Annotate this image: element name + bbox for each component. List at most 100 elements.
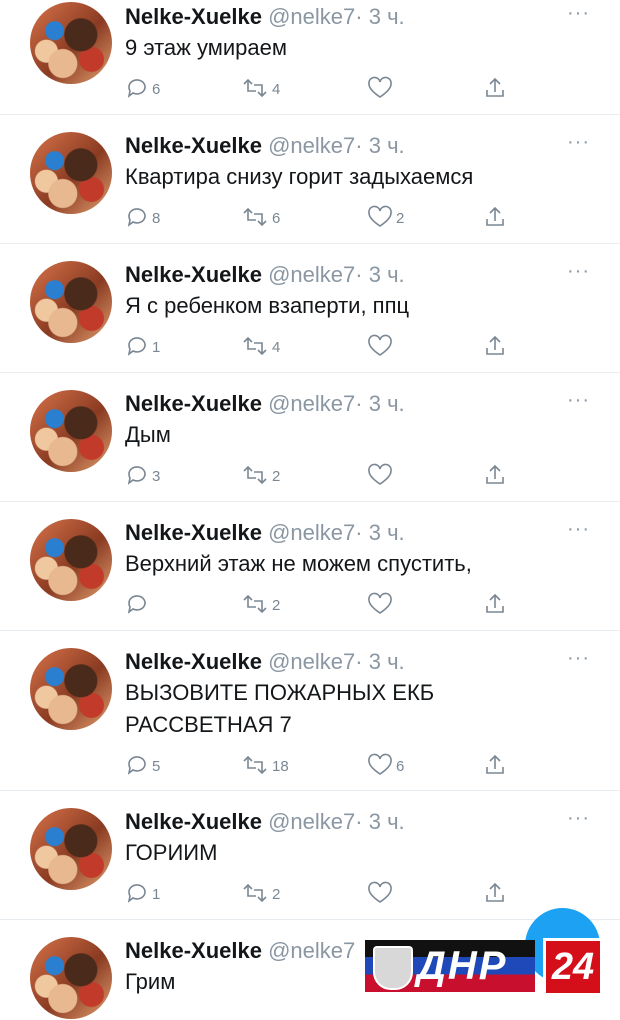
tweet-time[interactable]: 3 ч. xyxy=(369,4,405,29)
reply-button[interactable]: 3 xyxy=(125,461,160,489)
reply-button[interactable]: 1 xyxy=(125,879,160,907)
share-icon xyxy=(486,464,504,484)
like-button[interactable] xyxy=(367,74,396,102)
author-handle[interactable]: @nelke7 xyxy=(268,809,355,834)
like-button[interactable] xyxy=(367,461,396,489)
retweet-button[interactable]: 2 xyxy=(241,590,280,618)
reply-count: 6 xyxy=(152,80,161,98)
retweet-button[interactable]: 6 xyxy=(241,203,280,231)
more-options-icon[interactable]: ··· xyxy=(567,647,590,670)
tweet-time[interactable]: 3 ч. xyxy=(369,809,405,834)
retweet-count: 18 xyxy=(272,757,289,775)
heart-icon xyxy=(368,592,392,614)
more-options-icon[interactable]: ··· xyxy=(567,131,590,154)
tweet-time[interactable]: 3 ч. xyxy=(369,262,405,287)
more-options-icon[interactable]: ··· xyxy=(567,2,590,25)
author-name[interactable]: Nelke-Xuelke xyxy=(125,809,262,834)
tweet-header: Nelke-Xuelke @nelke7· 3 ч. xyxy=(125,4,405,30)
author-name[interactable]: Nelke-Xuelke xyxy=(125,938,262,963)
tweet-header: Nelke-Xuelke @nelke7· 3 ч. xyxy=(125,809,405,835)
author-name[interactable]: Nelke-Xuelke xyxy=(125,133,262,158)
author-handle[interactable]: @nelke7 xyxy=(268,262,355,287)
tweet-text: Я с ребенком взаперти, ппц xyxy=(125,293,410,318)
share-icon xyxy=(486,335,504,355)
author-handle[interactable]: @nelke7 xyxy=(268,133,355,158)
reply-icon xyxy=(127,337,146,356)
more-options-icon[interactable]: ··· xyxy=(567,518,590,541)
avatar[interactable] xyxy=(30,2,112,84)
reply-button[interactable]: 6 xyxy=(125,74,160,102)
heart-icon xyxy=(368,334,392,356)
tweet-time[interactable]: 3 ч. xyxy=(369,133,405,158)
share-button[interactable] xyxy=(483,332,507,360)
more-options-icon[interactable]: ··· xyxy=(567,807,590,830)
retweet-icon xyxy=(243,594,267,614)
author-handle[interactable]: @nelke7 xyxy=(268,649,355,674)
more-options-icon[interactable]: ··· xyxy=(567,260,590,283)
tweet-actions: 5 18 6 xyxy=(125,751,525,779)
reply-button[interactable]: 1 xyxy=(125,332,160,360)
reply-button[interactable]: 5 xyxy=(125,751,160,779)
tweet[interactable]: Nelke-Xuelke @nelke7· 3 ч. ··· Верхний э… xyxy=(0,502,620,631)
share-button[interactable] xyxy=(483,879,507,907)
like-button[interactable]: 6 xyxy=(367,751,404,779)
author-name[interactable]: Nelke-Xuelke xyxy=(125,520,262,545)
retweet-button[interactable]: 18 xyxy=(241,751,289,779)
retweet-count: 4 xyxy=(272,80,281,98)
logo-word: ДНР xyxy=(417,944,508,988)
tweet-text: Дым xyxy=(125,422,171,447)
avatar[interactable] xyxy=(30,937,112,1019)
tweet-actions: 1 2 xyxy=(125,879,525,907)
retweet-button[interactable]: 2 xyxy=(241,461,280,489)
share-button[interactable] xyxy=(483,74,507,102)
tweet[interactable]: Nelke-Xuelke @nelke7· 3 ч. ··· Квартира … xyxy=(0,115,620,244)
more-options-icon[interactable]: ··· xyxy=(567,389,590,412)
author-handle[interactable]: @nelke7 xyxy=(268,4,355,29)
avatar[interactable] xyxy=(30,519,112,601)
logo-number: 24 xyxy=(543,938,603,996)
retweet-button[interactable]: 4 xyxy=(241,74,280,102)
retweet-icon xyxy=(243,336,267,356)
tweet-text: 9 этаж умираем xyxy=(125,35,287,60)
avatar[interactable] xyxy=(30,648,112,730)
retweet-count: 4 xyxy=(272,338,281,356)
reply-count: 1 xyxy=(152,885,161,903)
tweet-time[interactable]: 3 ч. xyxy=(369,649,405,674)
tweet-actions: 1 4 xyxy=(125,332,525,360)
author-name[interactable]: Nelke-Xuelke xyxy=(125,4,262,29)
avatar[interactable] xyxy=(30,390,112,472)
retweet-button[interactable]: 4 xyxy=(241,332,280,360)
tweet[interactable]: Nelke-Xuelke @nelke7· 3 ч. ··· ГОРИИМ 1 … xyxy=(0,791,620,920)
like-button[interactable] xyxy=(367,332,396,360)
tweet[interactable]: Nelke-Xuelke @nelke7· 3 ч. ··· Дым 3 2 xyxy=(0,373,620,502)
tweet[interactable]: Nelke-Xuelke @nelke7· 3 ч. ··· ВЫЗОВИТЕ … xyxy=(0,631,620,791)
timeline-feed: Nelke-Xuelke @nelke7· 3 ч. ··· 9 этаж ум… xyxy=(0,0,620,1020)
tweet[interactable]: Nelke-Xuelke @nelke7· 3 ч. ··· Я с ребен… xyxy=(0,244,620,373)
tweet[interactable]: Nelke-Xuelke @nelke7· 3 ч. ··· 9 этаж ум… xyxy=(0,0,620,115)
retweet-button[interactable]: 2 xyxy=(241,879,280,907)
reply-button[interactable] xyxy=(125,590,152,618)
share-button[interactable] xyxy=(483,751,507,779)
avatar[interactable] xyxy=(30,132,112,214)
author-handle[interactable]: @nelke7 xyxy=(268,520,355,545)
tweet-time[interactable]: 3 ч. xyxy=(369,520,405,545)
like-button[interactable] xyxy=(367,590,396,618)
author-name[interactable]: Nelke-Xuelke xyxy=(125,262,262,287)
like-button[interactable]: 2 xyxy=(367,203,404,231)
author-handle[interactable]: @nelke7 xyxy=(268,938,355,963)
share-button[interactable] xyxy=(483,203,507,231)
author-handle[interactable]: @nelke7 xyxy=(268,391,355,416)
like-count: 6 xyxy=(396,757,405,775)
author-name[interactable]: Nelke-Xuelke xyxy=(125,649,262,674)
avatar[interactable] xyxy=(30,261,112,343)
reply-button[interactable]: 8 xyxy=(125,203,160,231)
retweet-count: 6 xyxy=(272,209,281,227)
tweet-text: Верхний этаж не можем спустить, xyxy=(125,551,472,576)
avatar[interactable] xyxy=(30,808,112,890)
share-button[interactable] xyxy=(483,590,507,618)
author-name[interactable]: Nelke-Xuelke xyxy=(125,391,262,416)
tweet-time[interactable]: 3 ч. xyxy=(369,391,405,416)
share-button[interactable] xyxy=(483,461,507,489)
like-button[interactable] xyxy=(367,879,396,907)
heart-icon xyxy=(368,463,392,485)
